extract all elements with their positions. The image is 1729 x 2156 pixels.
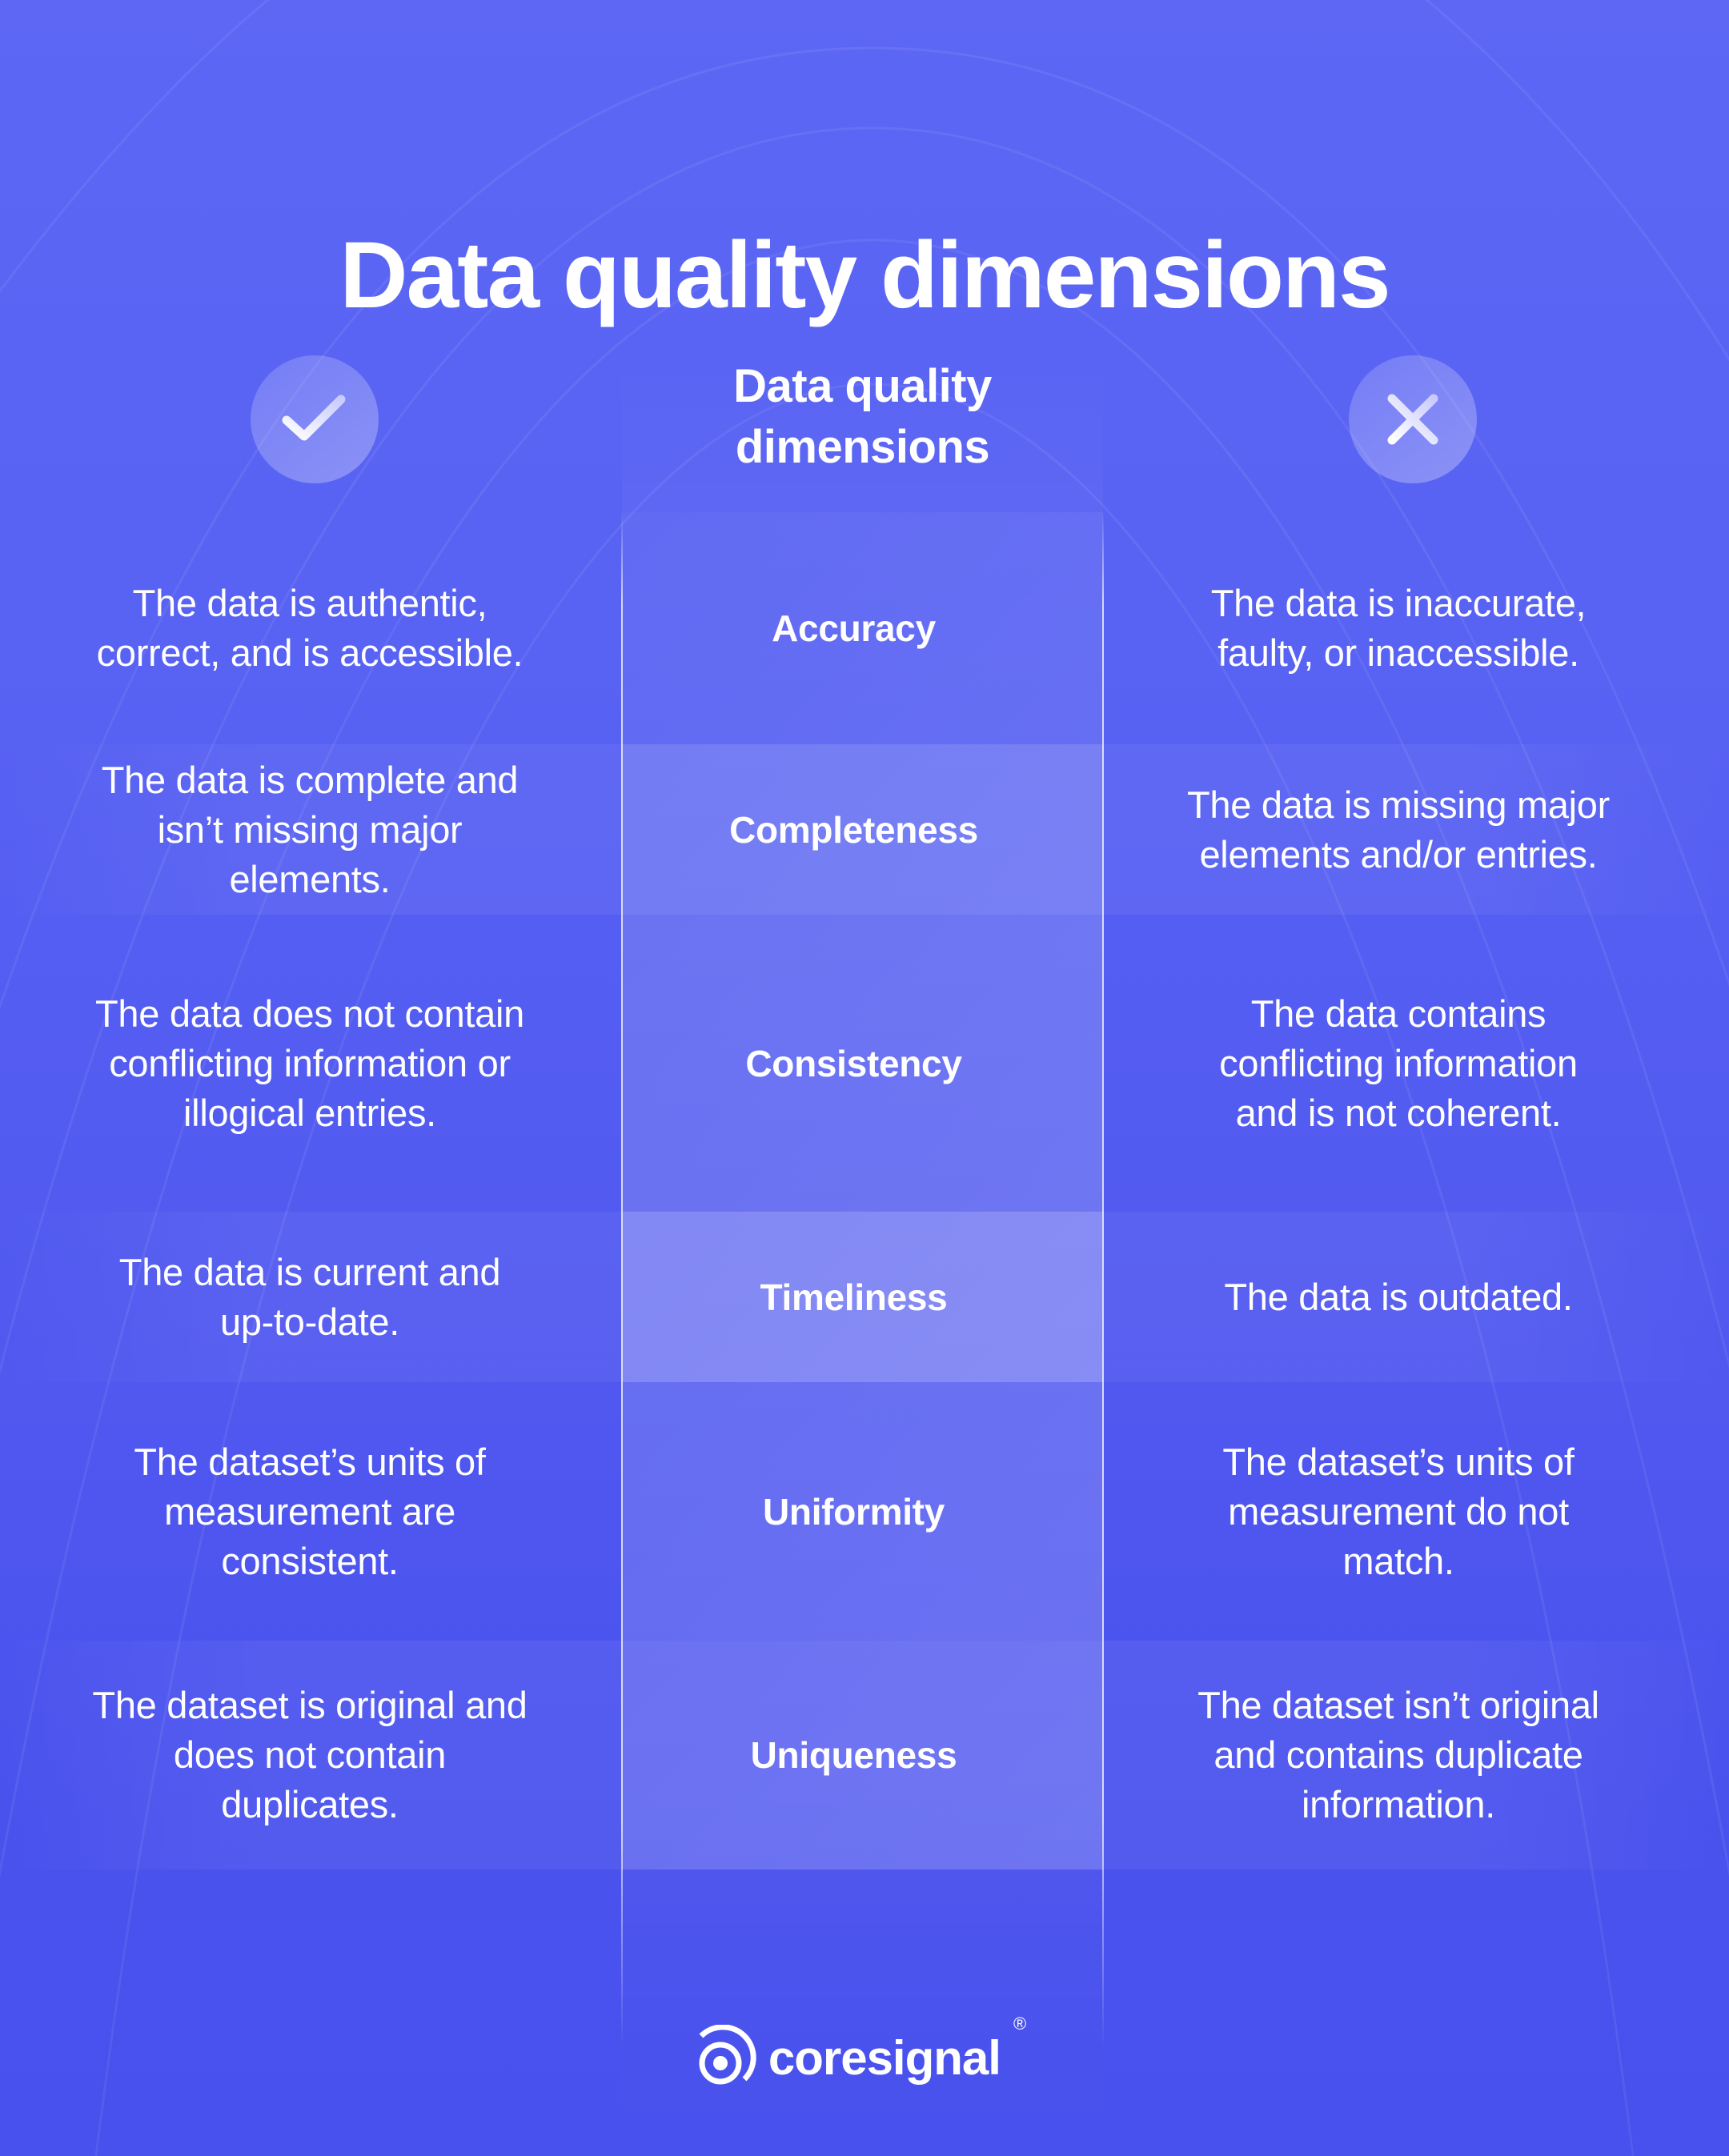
- good-column-header: [251, 355, 379, 483]
- bad-description-line: elements and/or entries.: [1199, 832, 1598, 876]
- bad-description-line: The data is inaccurate,: [1210, 582, 1587, 624]
- table-row: The dataset’s units of measurement are con…: [0, 1382, 1729, 1641]
- dimension-cell: Timeliness: [622, 1212, 1103, 1382]
- good-description: The dataset’s units of measurement are con…: [64, 1382, 556, 1641]
- good-description-line: The dataset’s units of: [134, 1440, 486, 1483]
- column-header-line-2: dimensions: [735, 421, 990, 473]
- good-description-line: correct, and is accessible.: [96, 631, 524, 674]
- dimension-column-header: Data quality dimensions: [622, 356, 1103, 478]
- bad-description-line: The data contains: [1250, 992, 1546, 1035]
- bad-description-line: and contains duplicate: [1214, 1733, 1583, 1776]
- good-description: The data does not contain conflicting inf…: [64, 915, 556, 1212]
- good-description-line: The data does not contain: [94, 992, 524, 1035]
- dimension-label: Consistency: [745, 1042, 962, 1084]
- bad-description-line: information.: [1302, 1783, 1495, 1825]
- coresignal-logo-icon: [699, 2025, 756, 2085]
- registered-mark: ®: [1013, 2014, 1027, 2034]
- good-description-line: consistent.: [221, 1539, 399, 1582]
- good-description: The data is current and up-to-date.: [64, 1212, 556, 1382]
- brand-name: coresignal: [768, 2031, 1001, 2085]
- bad-description-line: measurement do not: [1228, 1489, 1569, 1533]
- good-description-line: The dataset is original and: [92, 1684, 528, 1726]
- good-description-line: measurement are: [164, 1489, 455, 1533]
- good-description-line: The data is authentic,: [132, 582, 487, 624]
- dimension-cell: Uniqueness: [622, 1641, 1103, 1869]
- table-row: The data does not contain conflicting inf…: [0, 915, 1729, 1212]
- bad-description-line: conflicting information: [1219, 1041, 1578, 1084]
- good-description-line: elements.: [229, 857, 391, 900]
- good-description: The data is complete and isn’t missing ma…: [64, 744, 556, 915]
- check-icon: [282, 395, 346, 441]
- bad-column-header: [1349, 355, 1477, 483]
- dimension-label: Uniqueness: [750, 1734, 957, 1776]
- table-row: The data is authentic, correct, and is ac…: [0, 512, 1729, 744]
- bad-description-line: The dataset isn’t original: [1197, 1684, 1599, 1726]
- good-description-line: duplicates.: [221, 1783, 399, 1825]
- column-header-line-1: Data quality: [733, 360, 992, 412]
- bad-description-line: match.: [1342, 1539, 1454, 1582]
- bad-description: The data contains conflicting information…: [1153, 915, 1644, 1212]
- dimension-label: Timeliness: [760, 1276, 948, 1318]
- good-description-line: isn’t missing major: [157, 807, 463, 851]
- good-description: The data is authentic, correct, and is ac…: [64, 512, 556, 744]
- table-row: The dataset is original and does not cont…: [0, 1641, 1729, 1869]
- good-description-line: does not contain: [173, 1733, 447, 1776]
- good-description: The dataset is original and does not cont…: [64, 1641, 556, 1869]
- bad-description: The data is outdated.: [1153, 1212, 1644, 1382]
- bad-description-line: The dataset’s units of: [1222, 1440, 1575, 1483]
- dimension-label: Accuracy: [772, 607, 936, 649]
- column-divider-right: [1102, 512, 1104, 2049]
- close-icon: [1387, 394, 1438, 445]
- good-description-line: The data is current and: [118, 1250, 501, 1293]
- dimension-label: Completeness: [729, 808, 978, 851]
- good-description-line: conflicting information or: [109, 1041, 511, 1084]
- page-title: Data quality dimensions: [339, 222, 1390, 329]
- dimension-cell: Accuracy: [622, 512, 1103, 744]
- dimension-label: Uniformity: [762, 1490, 945, 1533]
- dimension-cell: Uniformity: [622, 1382, 1103, 1641]
- dimension-cell: Consistency: [622, 915, 1103, 1212]
- bad-description-line: and is not coherent.: [1235, 1091, 1562, 1134]
- dimension-cell: Completeness: [622, 744, 1103, 915]
- bad-description-line: The data is outdated.: [1224, 1275, 1573, 1318]
- good-description-line: The data is complete and: [101, 758, 519, 801]
- bad-description: The data is missing major elements and/or…: [1153, 744, 1644, 915]
- bad-description-line: faulty, or inaccessible.: [1218, 631, 1579, 674]
- bad-description: The dataset’s units of measurement do not…: [1153, 1382, 1644, 1641]
- table-row: The data is complete and isn’t missing ma…: [0, 744, 1729, 915]
- bad-description: The data is inaccurate, faulty, or inacce…: [1153, 512, 1644, 744]
- brand-logo: coresignal ®: [0, 2014, 1729, 2092]
- good-description-line: illogical entries.: [183, 1091, 436, 1134]
- bad-description-line: The data is missing major: [1187, 783, 1610, 826]
- column-divider-left: [621, 512, 623, 2049]
- good-description-line: up-to-date.: [219, 1300, 399, 1343]
- table-row: The data is current and up-to-date. Timeli…: [0, 1212, 1729, 1382]
- bad-description: The dataset isn’t original and contains d…: [1153, 1641, 1644, 1869]
